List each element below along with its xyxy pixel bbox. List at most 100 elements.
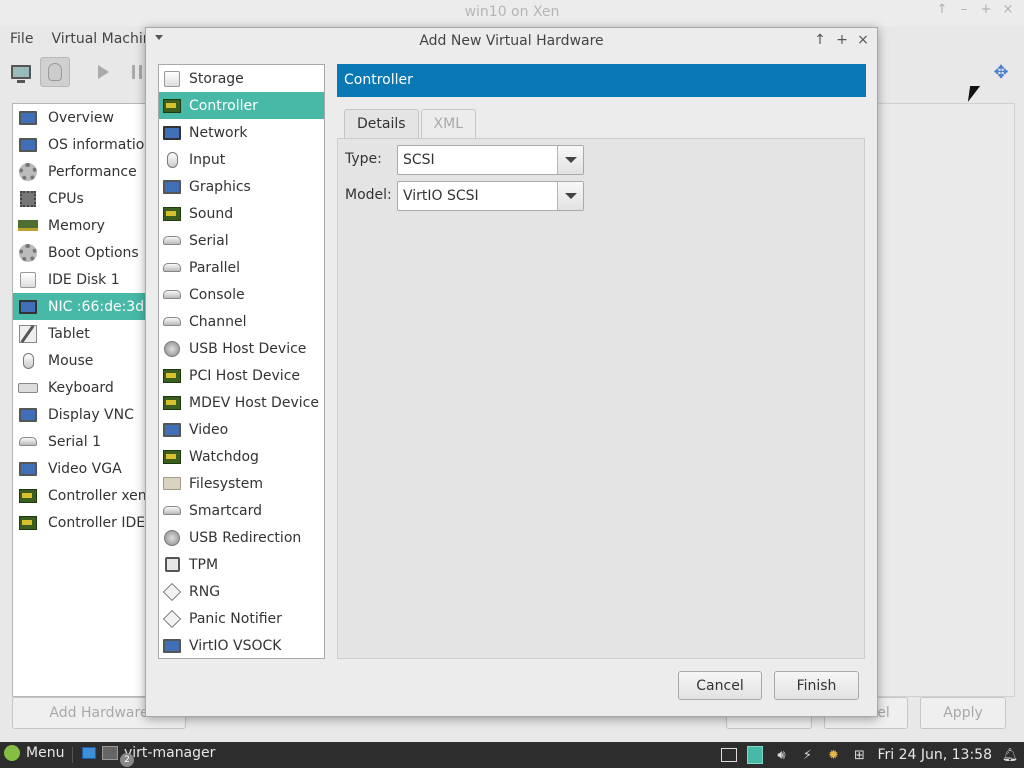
- tab-xml[interactable]: XML: [420, 109, 477, 139]
- virt-manager-icon: [102, 746, 118, 760]
- start-menu-label: Menu: [26, 745, 65, 761]
- maximize-icon[interactable]: +: [978, 2, 994, 17]
- hardware-item-console[interactable]: Console: [159, 281, 324, 308]
- tpm-chip-icon: [162, 555, 182, 575]
- hardware-item-video[interactable]: Video: [159, 416, 324, 443]
- hardware-item-network[interactable]: Network: [159, 119, 324, 146]
- detail-tabs: Details XML: [344, 109, 477, 139]
- close-icon[interactable]: ×: [1000, 2, 1016, 17]
- keyboard-icon: [17, 378, 39, 398]
- hardware-item-tpm[interactable]: TPM: [159, 551, 324, 578]
- close-icon[interactable]: ×: [854, 31, 872, 49]
- hardware-item-pci-host[interactable]: PCI Host Device: [159, 362, 324, 389]
- update-manager-icon[interactable]: ✹: [825, 747, 841, 763]
- sound-card-icon: [162, 204, 182, 224]
- hardware-item-panic-notifier[interactable]: Panic Notifier: [159, 605, 324, 632]
- list-item[interactable]: Keyboard: [13, 374, 151, 401]
- model-combobox[interactable]: VirtIO SCSI: [397, 181, 584, 211]
- memory-icon: [17, 216, 39, 236]
- tab-details[interactable]: Details: [344, 109, 419, 139]
- display-icon: [17, 405, 39, 425]
- list-item[interactable]: Performance: [13, 158, 151, 185]
- hardware-type-list: Storage Controller Network Input Graphic…: [158, 64, 325, 659]
- hardware-item-graphics[interactable]: Graphics: [159, 173, 324, 200]
- hardware-item-rng[interactable]: RNG: [159, 578, 324, 605]
- hardware-item-smartcard[interactable]: Smartcard: [159, 497, 324, 524]
- disk-icon: [17, 270, 39, 290]
- list-item[interactable]: Overview: [13, 104, 151, 131]
- taskbar-app-virt-manager[interactable]: virt-manager: [82, 745, 215, 761]
- list-item[interactable]: Mouse: [13, 347, 151, 374]
- mdev-icon: [162, 393, 182, 413]
- tablet-icon: [17, 324, 39, 344]
- resize-to-vm-icon[interactable]: ✥: [990, 61, 1012, 83]
- volume-icon[interactable]: 🔊︎: [773, 747, 789, 763]
- hardware-item-filesystem[interactable]: Filesystem: [159, 470, 324, 497]
- network-icon: [162, 123, 182, 143]
- chevron-down-icon[interactable]: [557, 182, 583, 210]
- hardware-item-channel[interactable]: Channel: [159, 308, 324, 335]
- hardware-item-parallel[interactable]: Parallel: [159, 254, 324, 281]
- hardware-item-virtio-vsock[interactable]: VirtIO VSOCK: [159, 632, 324, 658]
- system-tray: 🔊︎ ⚡︎ ✹ ⊞ Fri 24 Jun, 13:58 🔔︎: [721, 745, 1018, 765]
- main-window-title: win10 on Xen: [464, 4, 560, 20]
- hardware-item-usb-redirection[interactable]: USB Redirection: [159, 524, 324, 551]
- network-tray-icon[interactable]: [747, 746, 764, 764]
- list-item[interactable]: IDE Disk 1: [13, 266, 151, 293]
- list-item[interactable]: Serial 1: [13, 428, 151, 455]
- notification-bell-icon[interactable]: 🔔︎: [1002, 747, 1019, 763]
- type-combobox[interactable]: SCSI: [397, 145, 584, 175]
- hardware-item-input[interactable]: Input: [159, 146, 324, 173]
- show-desktop-icon[interactable]: [721, 747, 738, 763]
- console-view-button[interactable]: [6, 57, 36, 87]
- details-view-button[interactable]: [40, 57, 70, 87]
- start-menu-button[interactable]: Menu: [4, 745, 64, 761]
- clock[interactable]: Fri 24 Jun, 13:58: [877, 747, 992, 763]
- terminal-icon[interactable]: [82, 747, 96, 759]
- list-item[interactable]: Display VNC: [13, 401, 151, 428]
- hardware-item-storage[interactable]: Storage: [159, 65, 324, 92]
- list-item[interactable]: Video VGA: [13, 455, 151, 482]
- list-item[interactable]: Controller xen: [13, 482, 151, 509]
- mouse-icon: [162, 150, 182, 170]
- cancel-button[interactable]: Cancel: [678, 671, 762, 700]
- controller-icon: [162, 96, 182, 116]
- hardware-item-watchdog[interactable]: Watchdog: [159, 443, 324, 470]
- finish-button[interactable]: Finish: [774, 671, 859, 700]
- keep-above-icon[interactable]: ↑: [811, 31, 829, 49]
- dialog-titlebar: Add New Virtual Hardware ↑ + ×: [146, 28, 877, 56]
- run-button[interactable]: [88, 57, 118, 87]
- rng-dice-icon: [162, 582, 182, 602]
- list-item[interactable]: OS information: [13, 131, 151, 158]
- smartcard-icon: [162, 501, 182, 521]
- lightbulb-icon: [48, 63, 62, 81]
- hardware-item-usb-host[interactable]: USB Host Device: [159, 335, 324, 362]
- network-connection-icon[interactable]: ⊞: [851, 747, 867, 763]
- hardware-item-mdev-host[interactable]: MDEV Host Device: [159, 389, 324, 416]
- list-item[interactable]: CPUs: [13, 185, 151, 212]
- monitor-icon: [17, 108, 39, 128]
- maximize-icon[interactable]: +: [833, 31, 851, 49]
- list-item[interactable]: Tablet: [13, 320, 151, 347]
- list-item[interactable]: Memory: [13, 212, 151, 239]
- window-count-badge: 2: [120, 753, 134, 767]
- section-header: Controller: [337, 64, 866, 97]
- hardware-item-controller[interactable]: Controller: [159, 92, 324, 119]
- menu-virtual-machine[interactable]: Virtual Machine: [51, 27, 160, 51]
- taskbar-separator: [72, 747, 73, 763]
- keep-above-icon[interactable]: ↑: [934, 2, 950, 17]
- list-item-selected[interactable]: NIC :66:de:3d: [13, 293, 151, 320]
- folder-icon: [162, 474, 182, 494]
- power-icon[interactable]: ⚡︎: [799, 747, 815, 763]
- list-item[interactable]: Boot Options: [13, 239, 151, 266]
- menu-file[interactable]: File: [10, 27, 33, 51]
- panic-icon: [162, 609, 182, 629]
- chevron-down-icon[interactable]: [557, 146, 583, 174]
- model-label: Model:: [345, 187, 392, 203]
- minimize-icon[interactable]: –: [956, 2, 972, 17]
- list-item[interactable]: Controller IDE: [13, 509, 151, 536]
- apply-button[interactable]: Apply: [920, 697, 1006, 729]
- hardware-item-sound[interactable]: Sound: [159, 200, 324, 227]
- hardware-item-serial[interactable]: Serial: [159, 227, 324, 254]
- type-label: Type:: [345, 151, 382, 167]
